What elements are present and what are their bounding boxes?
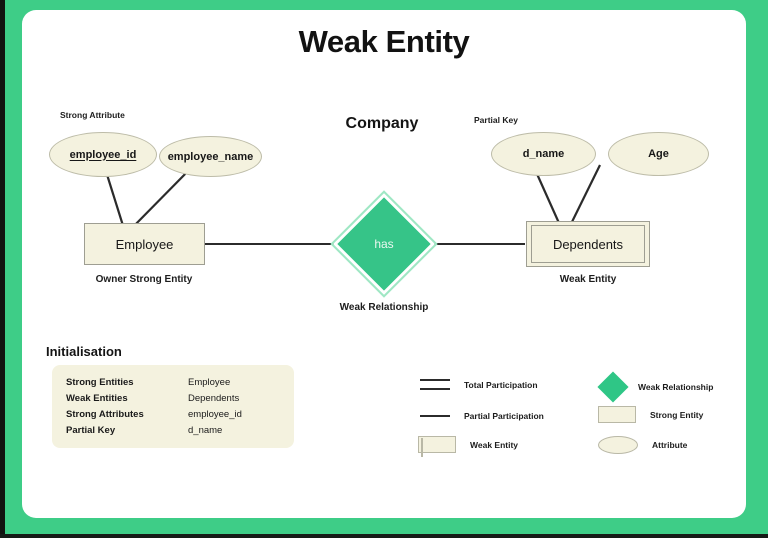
legend-item-attribute: Attribute	[598, 436, 687, 454]
attribute-age[interactable]: Age	[608, 132, 709, 176]
init-key: Weak Entities	[66, 393, 128, 404]
init-value: employee_id	[188, 409, 242, 420]
weak-entity-inner-border: Dependents	[531, 225, 645, 263]
legend-label: Total Participation	[464, 379, 538, 390]
entity-label: Employee	[115, 236, 174, 252]
attribute-label: employee_name	[167, 150, 254, 163]
init-value: Employee	[188, 377, 231, 388]
attribute-employee-name[interactable]: employee_name	[159, 136, 262, 177]
double-rect-icon	[418, 436, 456, 457]
init-key: Strong Entities	[66, 377, 134, 388]
table-row: Strong Entities Employee	[66, 375, 296, 391]
entity-label: Dependents	[552, 236, 624, 252]
init-key: Strong Attributes	[66, 409, 144, 420]
bottom-edge-strip	[0, 534, 768, 538]
table-row: Strong Attributes employee_id	[66, 407, 296, 423]
legend-label: Partial Participation	[464, 411, 544, 421]
entity-employee-caption: Owner Strong Entity	[95, 274, 193, 285]
left-edge-strip	[0, 0, 5, 538]
single-line-icon	[420, 415, 450, 417]
diagram-canvas: Weak Entity Company Strong Attribute Par…	[22, 10, 746, 518]
legend-item-total-participation: Total Participation	[420, 379, 538, 390]
init-value: d_name	[188, 425, 223, 436]
legend-item-weak-entity: Weak Entity	[418, 436, 519, 457]
diamond-icon	[597, 371, 629, 403]
entity-dependents[interactable]: Dependents	[526, 221, 650, 267]
init-value: Dependents	[188, 393, 240, 404]
rect-icon	[598, 406, 636, 423]
double-line-icon	[420, 379, 450, 390]
legend-label: Attribute	[652, 440, 688, 450]
legend-item-weak-relationship: Weak Relationship	[597, 371, 714, 403]
attribute-d-name[interactable]: d_name	[491, 132, 596, 176]
legend-label: Strong Entity	[650, 409, 704, 420]
initialisation-table: Strong Entities Employee Weak Entities D…	[66, 375, 296, 439]
attribute-label: employee_id	[69, 148, 137, 161]
attribute-label: d_name	[522, 148, 565, 160]
legend-label: Weak Relationship	[638, 382, 714, 392]
attribute-label: Age	[648, 148, 669, 160]
relationship-caption: Weak Relationship	[339, 302, 429, 313]
legend-label: Weak Entity	[470, 439, 519, 450]
poster-frame: Weak Entity Company Strong Attribute Par…	[0, 0, 768, 538]
entity-dependents-caption: Weak Entity	[559, 274, 617, 285]
attribute-employee-id[interactable]: employee_id	[49, 132, 157, 177]
initialisation-title: Initialisation	[46, 344, 122, 359]
legend-item-strong-entity: Strong Entity	[598, 406, 703, 423]
legend-item-partial-participation: Partial Participation	[420, 411, 544, 421]
ellipse-icon	[598, 436, 638, 454]
init-key: Partial Key	[66, 425, 116, 436]
table-row: Partial Key d_name	[66, 423, 296, 439]
entity-employee[interactable]: Employee	[84, 223, 205, 265]
table-row: Weak Entities Dependents	[66, 391, 296, 407]
